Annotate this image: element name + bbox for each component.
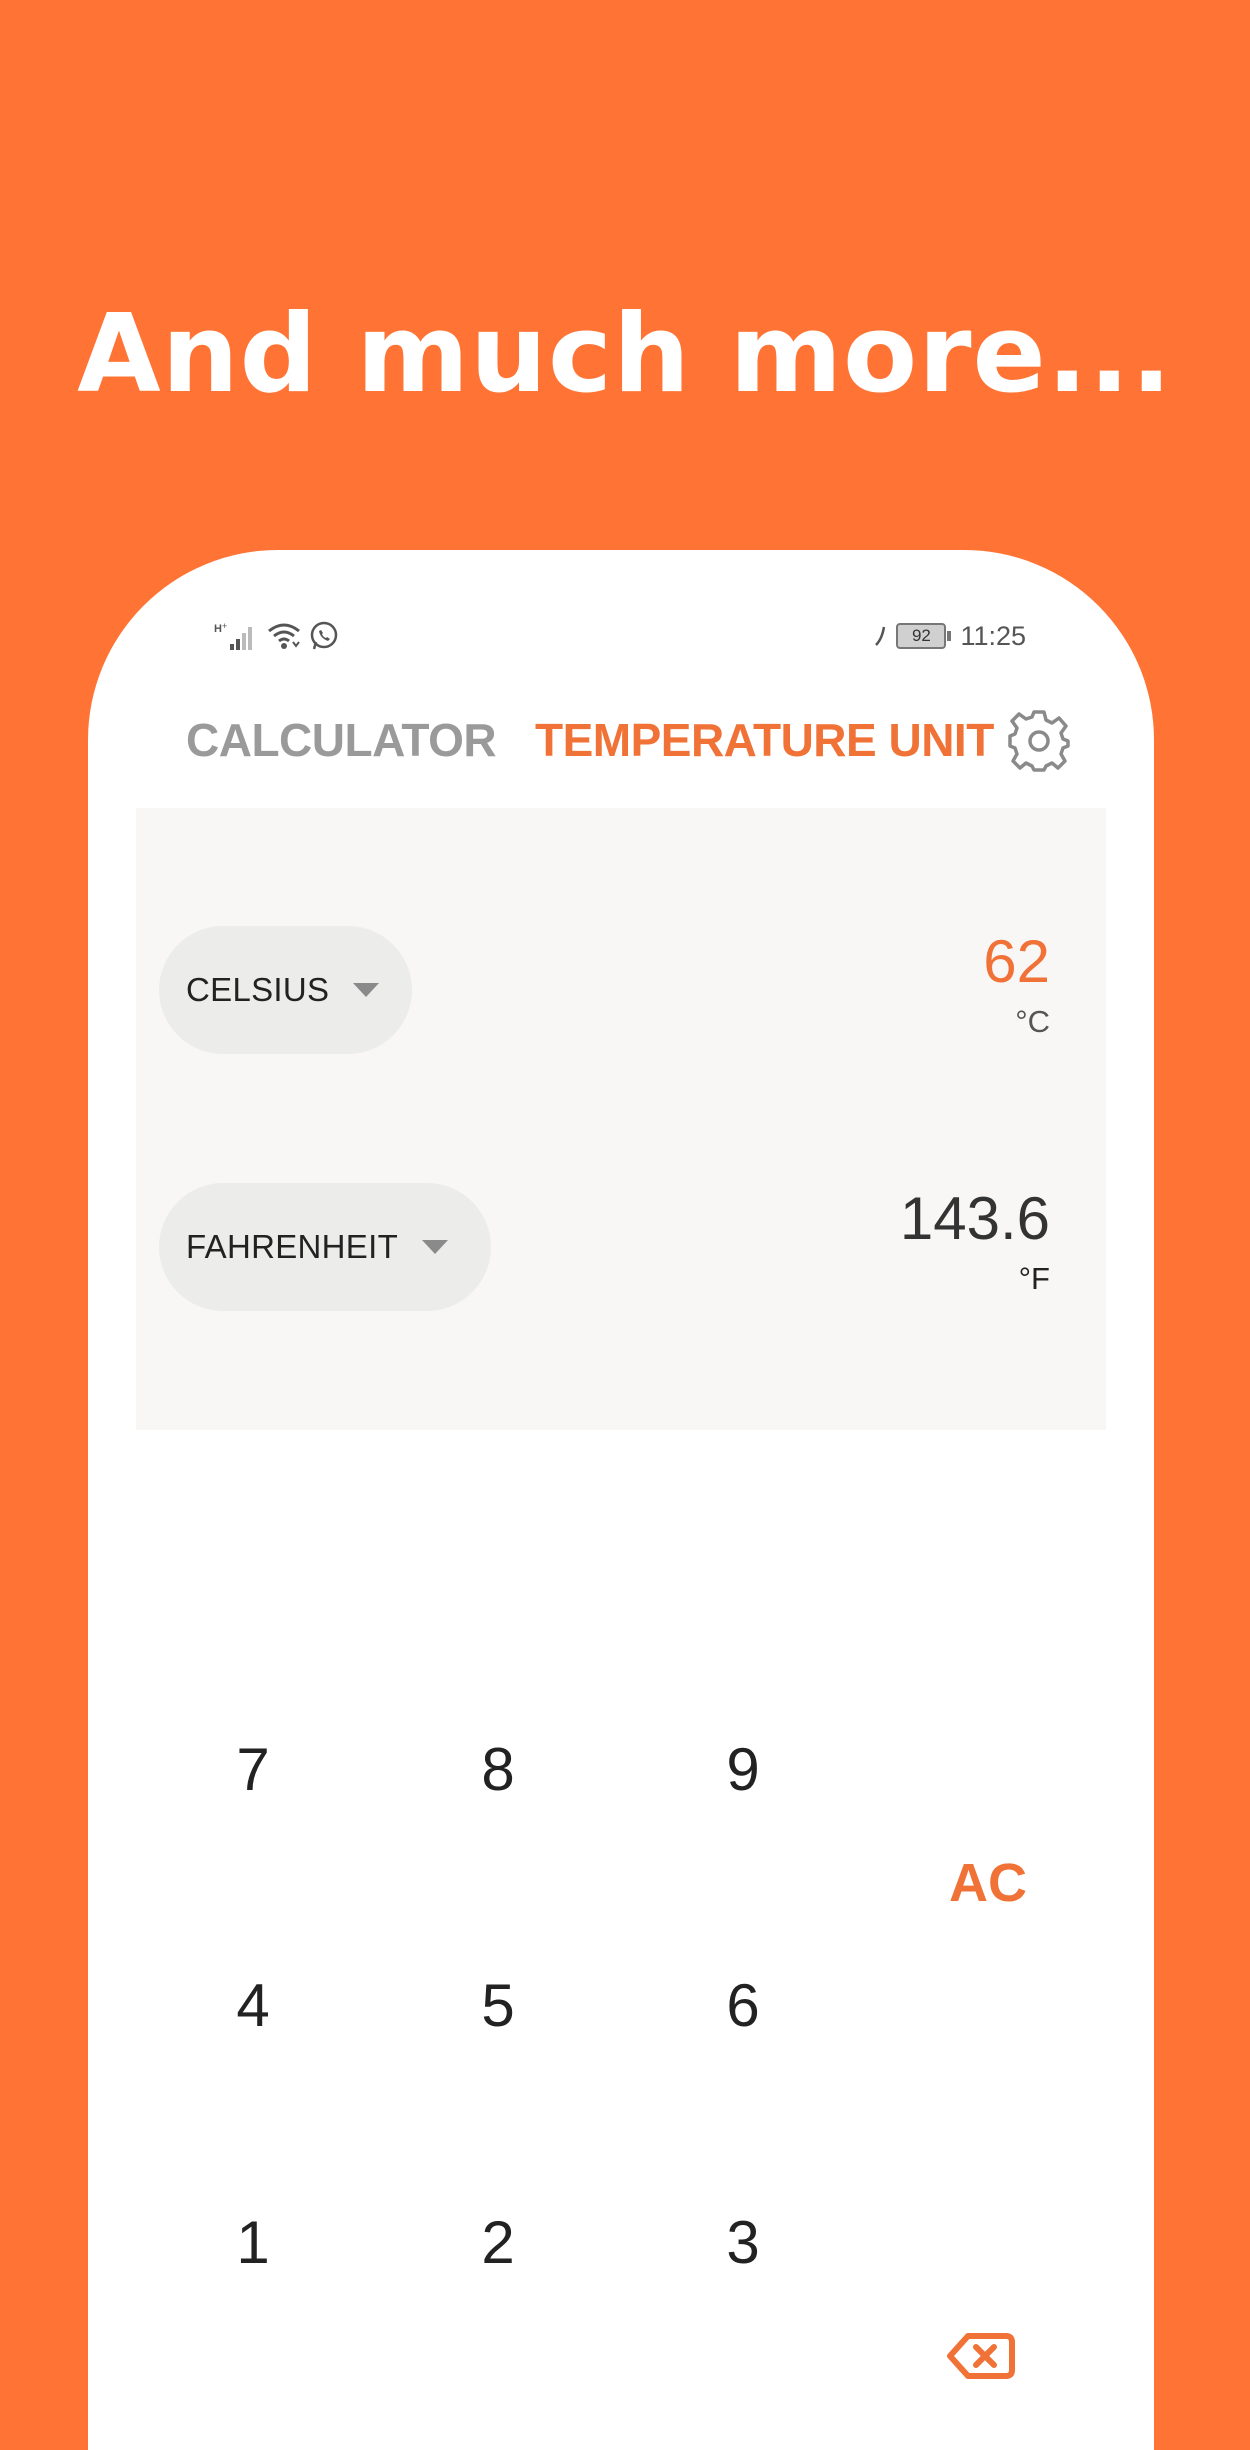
status-time: 11:25 [960, 620, 1026, 651]
to-unit-symbol: °F [1018, 1261, 1050, 1296]
from-unit-label: CELSIUS [186, 971, 330, 1008]
whatsapp-icon [310, 621, 338, 650]
backspace-icon [947, 2333, 1015, 2379]
from-unit-dropdown[interactable]: CELSIUS [159, 926, 412, 1054]
status-icons-right: 92 11:25 [872, 618, 1026, 654]
from-unit-row: CELSIUS 62 °C [136, 926, 1106, 1056]
status-bar: H + 92 11:25 [88, 618, 1154, 654]
svg-text:H: H [214, 623, 222, 635]
key-6[interactable]: 6 [663, 1956, 823, 2056]
promo-headline: And much more... [77, 292, 1173, 417]
tab-calculator[interactable]: CALCULATOR [186, 700, 497, 780]
tab-bar: CALCULATOR TEMPERATURE UNIT [88, 700, 1154, 780]
to-unit-dropdown[interactable]: FAHRENHEIT [159, 1183, 491, 1311]
key-3[interactable]: 3 [663, 2193, 823, 2293]
from-unit-symbol: °C [1015, 1004, 1050, 1039]
key-5[interactable]: 5 [418, 1956, 578, 2056]
wifi-icon [268, 623, 300, 649]
to-value-block: 143.6 °F [900, 1183, 1050, 1299]
key-9[interactable]: 9 [663, 1720, 823, 1820]
chevron-down-icon [353, 983, 380, 997]
to-value[interactable]: 143.6 [900, 1183, 1050, 1255]
signal-icon: H + [214, 621, 252, 650]
promo-screen: And much more... H + 92 11:25 CALCULATOR… [0, 0, 1250, 2450]
phone-frame: H + 92 11:25 CALCULATOR TEMPERATURE UNIT… [88, 550, 1154, 2450]
all-clear-button[interactable]: AC [908, 1833, 1068, 1933]
svg-text:+: + [222, 621, 227, 631]
from-value[interactable]: 62 [983, 926, 1050, 998]
key-7[interactable]: 7 [173, 1720, 333, 1820]
from-value-block: 62 °C [983, 926, 1050, 1042]
chevron-down-icon [422, 1240, 449, 1254]
to-unit-label: FAHRENHEIT [186, 1228, 399, 1265]
key-8[interactable]: 8 [418, 1720, 578, 1820]
status-icons-left: H + [214, 618, 340, 654]
key-4[interactable]: 4 [173, 1956, 333, 2056]
converter-panel: CELSIUS 62 °C FAHRENHEIT 143.6 °F [136, 808, 1106, 1430]
backspace-button[interactable] [908, 2306, 1068, 2406]
gear-icon[interactable] [1006, 708, 1072, 774]
key-1[interactable]: 1 [173, 2193, 333, 2293]
battery-icon: 92 [896, 623, 952, 649]
key-2[interactable]: 2 [418, 2193, 578, 2293]
headphones-icon [875, 626, 886, 646]
tab-temperature-unit[interactable]: TEMPERATURE UNIT [535, 700, 994, 780]
to-unit-row: FAHRENHEIT 143.6 °F [136, 1183, 1106, 1313]
